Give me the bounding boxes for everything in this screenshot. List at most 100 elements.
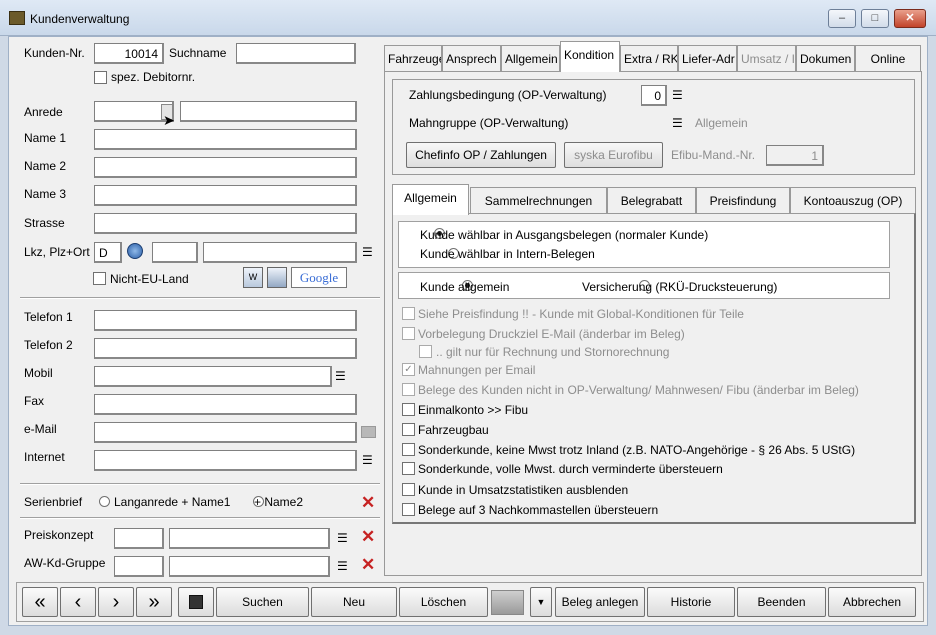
beenden-button[interactable]: Beenden: [737, 587, 826, 617]
lkz-field[interactable]: D: [94, 242, 122, 263]
tab-extra-rk[interactable]: Extra / RK: [620, 45, 678, 72]
beleg-anlegen-button[interactable]: Beleg anlegen: [555, 587, 645, 617]
tab-allgemein[interactable]: Allgemein: [501, 45, 560, 72]
tab-kondition[interactable]: Kondition: [560, 41, 620, 72]
inner-tab-belegrabatt[interactable]: Belegrabatt: [607, 187, 696, 214]
dropdown-arrow-button[interactable]: ▼: [530, 587, 552, 617]
tab-online[interactable]: Online: [855, 45, 921, 72]
minimize-button[interactable]: ‒: [828, 9, 856, 28]
internet-label: Internet: [24, 450, 65, 464]
tab-umsatz[interactable]: Umsatz / I: [737, 45, 796, 72]
kunden-nr-field[interactable]: 10014: [94, 43, 164, 64]
syska-eurofibu-button[interactable]: syska Eurofibu: [564, 142, 663, 168]
einmalkonto-label: Einmalkonto >> Fibu: [418, 403, 529, 417]
sonderkunde-volle-mwst-checkbox[interactable]: [402, 462, 415, 475]
previous-record-button[interactable]: ‹: [60, 587, 96, 617]
umsatzstatistik-checkbox[interactable]: [402, 483, 415, 496]
name1-field[interactable]: [94, 129, 357, 150]
close-window-button[interactable]: ✕: [894, 9, 926, 28]
langanrede-radio[interactable]: [99, 496, 110, 507]
nicht-op-verwaltung-checkbox[interactable]: [402, 383, 415, 396]
efibu-mand-label: Efibu-Mand.-Nr.: [671, 148, 756, 162]
neu-button[interactable]: Neu: [311, 587, 397, 617]
next-record-button[interactable]: ›: [98, 587, 134, 617]
sonderkunde-keine-mwst-checkbox[interactable]: [402, 443, 415, 456]
anrede-text-field[interactable]: [180, 101, 357, 122]
google-button[interactable]: Google: [291, 267, 347, 288]
mobil-label: Mobil: [24, 366, 53, 380]
mahnungen-email-checkbox[interactable]: ✓: [402, 363, 415, 376]
langanrede-radio-label: Langanrede + Name1: [114, 495, 231, 509]
email-field[interactable]: [94, 422, 357, 443]
inner-tab-allgemein[interactable]: Allgemein: [392, 184, 469, 215]
fax-field[interactable]: [94, 394, 357, 415]
inner-tab-sammelrechnungen[interactable]: Sammelrechnungen: [470, 187, 607, 214]
serienbrief-clear-icon[interactable]: ✕: [361, 493, 375, 513]
fahrzeugbau-checkbox[interactable]: [402, 423, 415, 436]
mobil-field[interactable]: [94, 366, 332, 387]
suchen-button[interactable]: Suchen: [216, 587, 309, 617]
suchname-field[interactable]: [236, 43, 356, 64]
anrede-label: Anrede: [24, 105, 63, 119]
efibu-mand-field[interactable]: 1: [766, 145, 824, 166]
druckziel-email-checkbox[interactable]: [402, 327, 415, 340]
nicht-eu-checkbox[interactable]: [93, 272, 106, 285]
plz-field[interactable]: [152, 242, 198, 263]
nur-rechnung-label: .. gilt nur für Rechnung und Stornorechn…: [436, 345, 670, 359]
ausgangsbelege-radio-label: Kunde wählbar in Ausgangsbelegen (normal…: [420, 228, 709, 242]
word-icon[interactable]: W: [243, 267, 263, 288]
internet-list-icon[interactable]: ☰: [362, 454, 373, 466]
mahngruppe-list-icon[interactable]: ☰: [672, 117, 683, 129]
mobil-list-icon[interactable]: ☰: [335, 370, 346, 382]
telefon1-label: Telefon 1: [24, 310, 73, 324]
map-icon[interactable]: [267, 267, 287, 288]
save-button[interactable]: [178, 587, 214, 617]
preiskonzept-code-field[interactable]: [114, 528, 164, 549]
preiskonzept-list-icon[interactable]: ☰: [337, 532, 348, 544]
globe-icon[interactable]: [127, 243, 143, 259]
tab-liefer-adr[interactable]: Liefer-Adr: [678, 45, 737, 72]
nachkommastellen-checkbox[interactable]: [402, 503, 415, 516]
fax-label: Fax: [24, 394, 45, 408]
attachment-icon[interactable]: [491, 590, 524, 615]
preiskonzept-name-field[interactable]: [169, 528, 330, 549]
awkd-clear-icon[interactable]: ✕: [361, 555, 375, 575]
last-record-button[interactable]: »: [136, 587, 172, 617]
zahlungsbedingung-list-icon[interactable]: ☰: [672, 89, 683, 101]
umsatzstatistik-label: Kunde in Umsatzstatistiken ausblenden: [418, 483, 629, 497]
telefon1-field[interactable]: [94, 310, 357, 331]
save-icon: [189, 595, 203, 609]
ort-field[interactable]: [203, 242, 357, 263]
tab-dokumente[interactable]: Dokumen: [796, 45, 855, 72]
telefon2-field[interactable]: [94, 338, 357, 359]
ort-list-icon[interactable]: ☰: [362, 246, 373, 258]
einmalkonto-checkbox[interactable]: [402, 403, 415, 416]
abbrechen-button[interactable]: Abbrechen: [828, 587, 916, 617]
tab-ansprech[interactable]: Ansprech: [442, 45, 501, 72]
awkd-code-field[interactable]: [114, 556, 164, 577]
awkd-list-icon[interactable]: ☰: [337, 560, 348, 572]
first-record-button[interactable]: «: [22, 587, 58, 617]
zahlungsbedingung-field[interactable]: 0: [641, 85, 667, 106]
zahlungsbedingung-label: Zahlungsbedingung (OP-Verwaltung): [409, 88, 607, 102]
global-konditionen-checkbox[interactable]: [402, 307, 415, 320]
inner-tab-preisfindung[interactable]: Preisfindung: [696, 187, 790, 214]
name2-radio-label: + Name2: [254, 495, 304, 509]
maximize-button[interactable]: □: [861, 9, 889, 28]
nur-rechnung-checkbox[interactable]: [419, 345, 432, 358]
strasse-field[interactable]: [94, 213, 357, 234]
preiskonzept-clear-icon[interactable]: ✕: [361, 527, 375, 547]
loeschen-button[interactable]: Löschen: [399, 587, 488, 617]
telefon2-label: Telefon 2: [24, 338, 73, 352]
internet-field[interactable]: [94, 450, 357, 471]
email-send-icon[interactable]: [361, 426, 376, 438]
awkd-name-field[interactable]: [169, 556, 330, 577]
inner-tab-kontoauszug[interactable]: Kontoauszug (OP): [790, 187, 916, 214]
name2-field[interactable]: [94, 157, 357, 178]
name3-field[interactable]: [94, 185, 357, 206]
historie-button[interactable]: Historie: [647, 587, 735, 617]
strasse-label: Strasse: [24, 216, 65, 230]
spez-debitornr-checkbox[interactable]: [94, 71, 107, 84]
tab-fahrzeuge[interactable]: Fahrzeuge: [384, 45, 442, 72]
chefinfo-button[interactable]: Chefinfo OP / Zahlungen: [406, 142, 556, 168]
